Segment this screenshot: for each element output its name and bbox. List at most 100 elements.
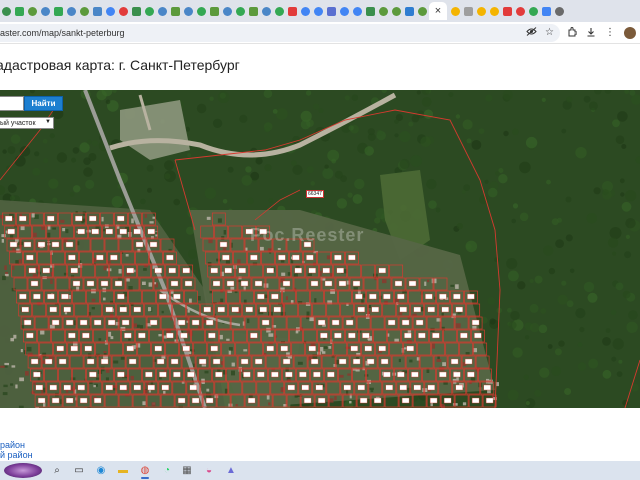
parcel-number-label: [51, 319, 60, 326]
tab-favicon-icon[interactable]: [249, 6, 258, 16]
building: [13, 334, 17, 339]
tab-favicon-icon[interactable]: [80, 6, 89, 16]
tree-canopy: [435, 207, 441, 213]
tab-favicon-icon[interactable]: [2, 6, 11, 16]
tab-favicon-icon[interactable]: [418, 6, 427, 16]
tab-favicon-icon[interactable]: [93, 6, 102, 16]
tab-favicon-icon[interactable]: [392, 6, 401, 16]
app-icon[interactable]: ▲: [224, 463, 238, 478]
tab-favicon-icon[interactable]: [28, 6, 37, 16]
tab-favicon-icon[interactable]: [542, 6, 551, 16]
paint-icon[interactable]: ◒: [202, 463, 216, 478]
tab-favicon-icon[interactable]: [119, 6, 128, 16]
file-explorer-icon[interactable]: ▬: [116, 463, 130, 478]
tree-canopy: [292, 164, 303, 175]
tab-favicon-icon[interactable]: [366, 6, 375, 16]
building: [3, 384, 8, 388]
building: [231, 370, 235, 376]
tree-canopy: [510, 310, 520, 321]
tree-canopy: [583, 95, 591, 103]
tab-favicon-icon[interactable]: [451, 6, 460, 16]
tab-favicon-icon[interactable]: [353, 6, 362, 16]
tree-canopy: [290, 160, 297, 166]
district-link-2[interactable]: й район: [0, 450, 33, 460]
tab-favicon-icon[interactable]: [15, 6, 24, 16]
tab-favicon-icon[interactable]: [275, 6, 284, 16]
parcel-number-label: [215, 371, 223, 378]
tab-favicon-icon[interactable]: [301, 6, 310, 16]
building: [462, 402, 467, 406]
tab-favicon-icon[interactable]: [106, 6, 115, 16]
download-icon[interactable]: [586, 27, 596, 40]
tab-favicon-icon[interactable]: [236, 6, 245, 16]
parcel-number-label: [257, 371, 265, 378]
tab-favicons-right[interactable]: [451, 6, 564, 16]
forest-parcel-label[interactable]: 66347: [306, 190, 324, 198]
tree-canopy: [52, 197, 58, 203]
menu-dots-icon[interactable]: ⋮: [605, 28, 615, 38]
widgets-weather-icon[interactable]: [4, 463, 42, 478]
star-icon[interactable]: ☆: [545, 28, 554, 38]
parcel-number-label: [110, 254, 118, 261]
tab-favicon-icon[interactable]: [464, 6, 473, 16]
close-tab-icon[interactable]: ×: [435, 5, 441, 17]
tab-favicon-icon[interactable]: [197, 6, 206, 16]
url-text[interactable]: aster.com/map/sankt-peterburg: [0, 28, 125, 38]
tab-favicon-icon[interactable]: [516, 6, 525, 16]
parcel-number-label: [5, 215, 13, 222]
tab-favicon-icon[interactable]: [210, 6, 219, 16]
tab-favicon-icon[interactable]: [171, 6, 180, 16]
tab-favicon-icon[interactable]: [132, 6, 141, 16]
building: [20, 349, 23, 353]
building: [26, 346, 32, 352]
tab-favicon-icon[interactable]: [503, 6, 512, 16]
tab-favicons[interactable]: [0, 6, 427, 16]
object-type-select[interactable]: ый участок ▼: [0, 117, 54, 129]
tab-favicon-icon[interactable]: [314, 6, 323, 16]
building: [32, 232, 37, 237]
tab-favicon-icon[interactable]: [490, 6, 499, 16]
active-tab[interactable]: ×: [429, 2, 447, 20]
chrome-icon[interactable]: ◍: [138, 463, 152, 479]
cadastral-search-input[interactable]: [0, 96, 24, 111]
tab-favicon-icon[interactable]: [184, 6, 193, 16]
tab-favicon-icon[interactable]: [340, 6, 349, 16]
satellite-map-layer[interactable]: [0, 90, 640, 408]
parcel-number-label: [453, 293, 461, 300]
profile-icon[interactable]: [624, 27, 636, 39]
tab-favicon-icon[interactable]: [223, 6, 232, 16]
tab-favicon-icon[interactable]: [477, 6, 486, 16]
tab-favicon-icon[interactable]: [288, 6, 297, 16]
tab-favicon-icon[interactable]: [327, 6, 336, 16]
parcel-number-label: [257, 293, 265, 300]
task-view-icon[interactable]: ▭: [72, 463, 86, 478]
tab-favicon-icon[interactable]: [67, 6, 76, 16]
tab-favicon-icon[interactable]: [41, 6, 50, 16]
parcel-number-label: [63, 306, 71, 313]
tab-favicon-icon[interactable]: [555, 6, 564, 16]
edge-icon[interactable]: ◉: [94, 463, 108, 478]
find-button[interactable]: Найти: [24, 96, 63, 111]
omnibox[interactable]: aster.com/map/sankt-peterburg ☆: [0, 24, 560, 42]
building: [20, 226, 25, 231]
tab-favicon-icon[interactable]: [405, 6, 414, 16]
parcel-number-label: [58, 358, 67, 365]
calculator-icon[interactable]: ▦: [180, 463, 194, 478]
tab-favicon-icon[interactable]: [158, 6, 167, 16]
tree-canopy: [512, 347, 523, 358]
tab-favicon-icon[interactable]: [54, 6, 63, 16]
tab-favicon-icon[interactable]: [379, 6, 388, 16]
district-link-1[interactable]: район: [0, 440, 33, 450]
tree-canopy: [487, 187, 498, 198]
parcel-number-label: [408, 280, 417, 287]
tab-favicon-icon[interactable]: [529, 6, 538, 16]
search-icon[interactable]: ⌕: [50, 463, 64, 478]
extensions-icon[interactable]: [567, 26, 578, 40]
parcel-number-label: [259, 306, 267, 313]
eye-off-icon[interactable]: [526, 27, 537, 39]
whatsapp-icon[interactable]: ◔: [160, 463, 174, 478]
cadastral-map[interactable]: [0, 90, 640, 408]
building: [130, 375, 134, 380]
tab-favicon-icon[interactable]: [145, 6, 154, 16]
tab-favicon-icon[interactable]: [262, 6, 271, 16]
